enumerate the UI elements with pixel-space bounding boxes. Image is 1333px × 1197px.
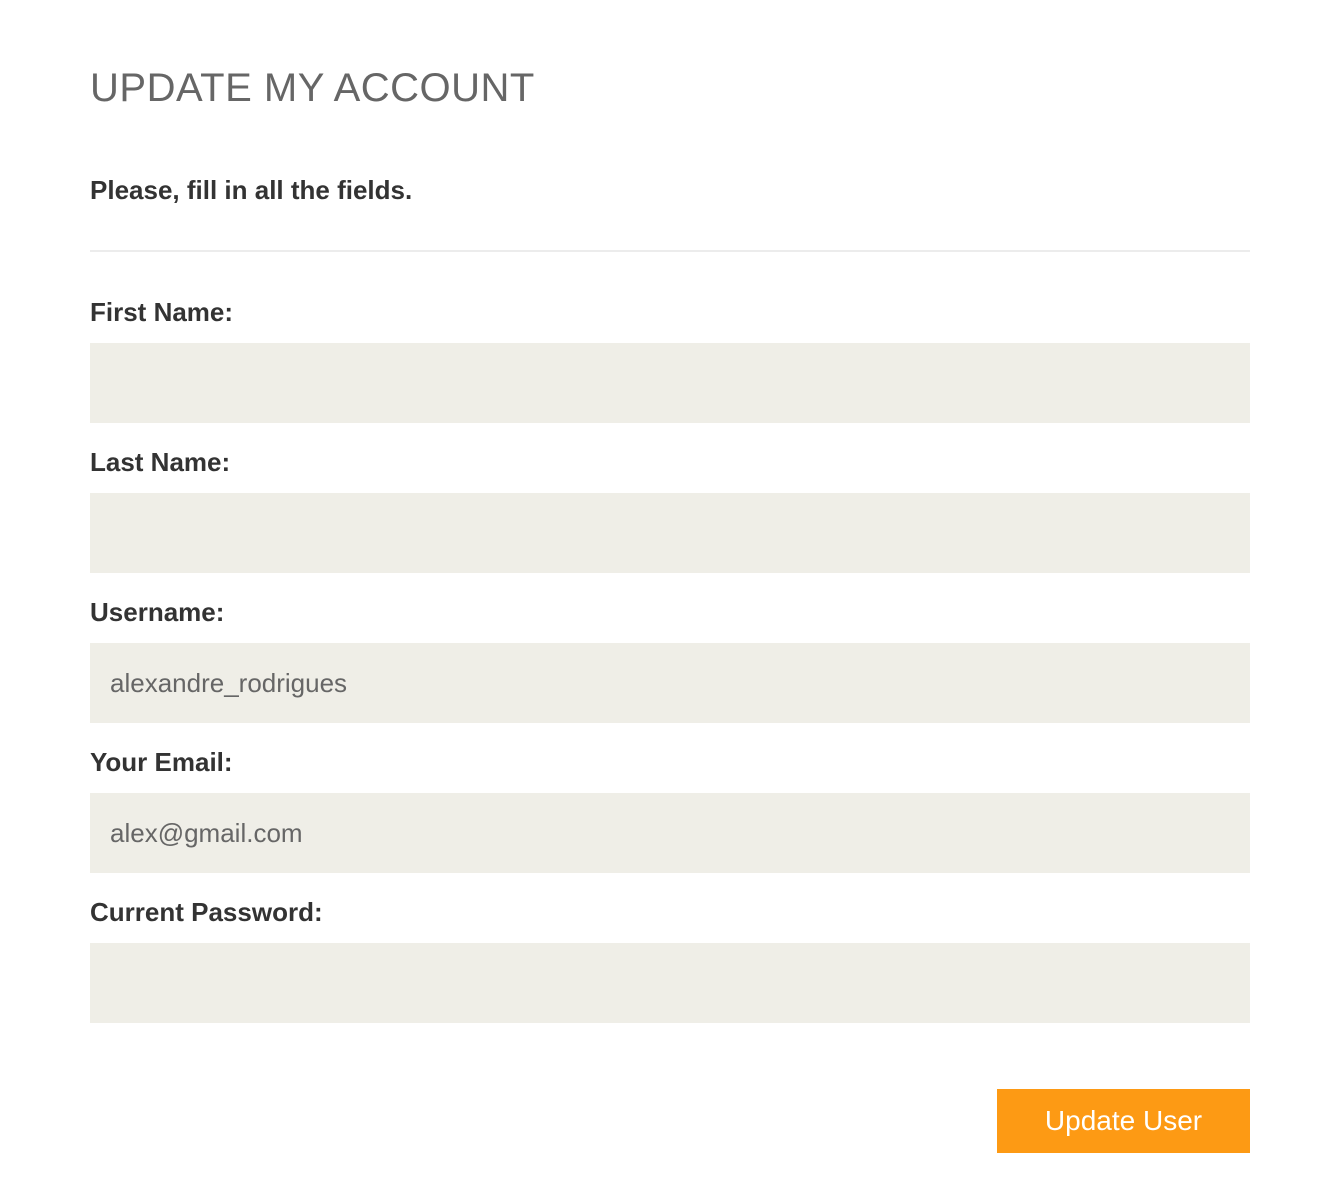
username-label: Username: [90,597,225,627]
email-label: Your Email: [90,747,233,777]
current-password-input[interactable] [90,943,1250,1023]
current-password-label: Current Password: [90,897,323,927]
divider [90,250,1250,252]
last-name-label: Last Name: [90,447,231,477]
email-input[interactable] [90,793,1250,873]
update-user-button[interactable]: Update User [997,1089,1250,1153]
first-name-input[interactable] [90,343,1250,423]
last-name-input[interactable] [90,493,1250,573]
page-title: UPDATE MY ACCOUNT [90,66,535,110]
username-input[interactable] [90,643,1250,723]
form-instructions: Please, fill in all the fields. [90,175,413,205]
first-name-label: First Name: [90,297,234,327]
